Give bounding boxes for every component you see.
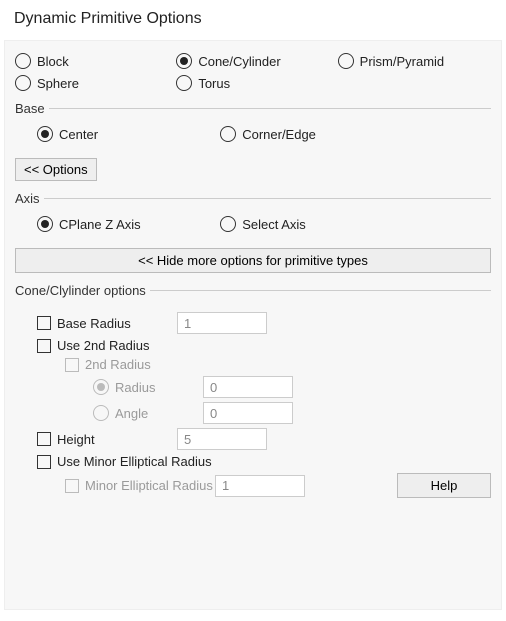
minor-elliptical-row: Minor Elliptical Radius Help bbox=[15, 473, 491, 498]
check-indicator bbox=[65, 479, 79, 493]
radio-label: Corner/Edge bbox=[242, 127, 316, 142]
height-input[interactable] bbox=[177, 428, 267, 450]
radius-row: Radius bbox=[15, 376, 491, 398]
radio-indicator bbox=[93, 379, 109, 395]
radio-indicator bbox=[15, 75, 31, 91]
options-toggle-button[interactable]: << Options bbox=[15, 158, 97, 181]
check-label: Use 2nd Radius bbox=[57, 338, 150, 353]
axis-legend: Axis bbox=[15, 191, 44, 206]
height-row: Height bbox=[15, 428, 491, 450]
hide-more-options-button[interactable]: << Hide more options for primitive types bbox=[15, 248, 491, 273]
dialog-title: Dynamic Primitive Options bbox=[0, 0, 506, 40]
radio-label: Select Axis bbox=[242, 217, 306, 232]
radio-2nd-by-radius: Radius bbox=[93, 379, 193, 395]
radio-indicator bbox=[93, 405, 109, 421]
check-indicator bbox=[37, 339, 51, 353]
help-button[interactable]: Help bbox=[397, 473, 491, 498]
minor-elliptical-input bbox=[215, 475, 305, 497]
check-label: 2nd Radius bbox=[85, 357, 151, 372]
shape-row-1: Block Cone/Cylinder Prism/Pyramid bbox=[15, 53, 491, 69]
check-indicator bbox=[37, 432, 51, 446]
use-minor-row: Use Minor Elliptical Radius bbox=[15, 454, 491, 469]
radio-cone-cylinder[interactable]: Cone/Cylinder bbox=[176, 53, 329, 69]
radio-axis-select[interactable]: Select Axis bbox=[220, 216, 395, 232]
radius-input bbox=[203, 376, 293, 398]
second-radius-row: 2nd Radius bbox=[15, 357, 491, 372]
radio-2nd-by-angle: Angle bbox=[93, 405, 193, 421]
cone-options-fieldset: Cone/Clylinder options Base Radius Use 2… bbox=[15, 283, 491, 502]
base-radius-row: Base Radius bbox=[15, 312, 491, 334]
angle-input bbox=[203, 402, 293, 424]
radio-label: Cone/Cylinder bbox=[198, 54, 280, 69]
check-indicator bbox=[37, 316, 51, 330]
radio-indicator bbox=[37, 216, 53, 232]
check-minor-elliptical: Minor Elliptical Radius bbox=[65, 478, 215, 493]
axis-fieldset: Axis CPlane Z Axis Select Axis bbox=[15, 191, 491, 242]
check-label: Minor Elliptical Radius bbox=[85, 478, 213, 493]
radio-base-corner[interactable]: Corner/Edge bbox=[220, 126, 395, 142]
radio-label: Torus bbox=[198, 76, 230, 91]
radio-torus[interactable]: Torus bbox=[176, 75, 329, 91]
radio-indicator bbox=[176, 75, 192, 91]
radio-label: Sphere bbox=[37, 76, 79, 91]
check-indicator bbox=[37, 455, 51, 469]
check-base-radius[interactable]: Base Radius bbox=[37, 316, 167, 331]
radio-label: Block bbox=[37, 54, 69, 69]
shape-row-2: Sphere Torus bbox=[15, 75, 491, 91]
radio-label: Angle bbox=[115, 406, 148, 421]
radio-label: Center bbox=[59, 127, 98, 142]
check-2nd-radius: 2nd Radius bbox=[65, 357, 151, 372]
check-indicator bbox=[65, 358, 79, 372]
base-radius-input[interactable] bbox=[177, 312, 267, 334]
radio-label: Radius bbox=[115, 380, 155, 395]
base-fieldset: Base Center Corner/Edge bbox=[15, 101, 491, 152]
check-height[interactable]: Height bbox=[37, 432, 167, 447]
radio-sphere[interactable]: Sphere bbox=[15, 75, 168, 91]
radio-indicator bbox=[220, 216, 236, 232]
radio-indicator bbox=[37, 126, 53, 142]
check-use-2nd-radius[interactable]: Use 2nd Radius bbox=[37, 338, 150, 353]
cone-options-legend: Cone/Clylinder options bbox=[15, 283, 150, 298]
use-2nd-radius-row: Use 2nd Radius bbox=[15, 338, 491, 353]
check-label: Height bbox=[57, 432, 95, 447]
radio-prism-pyramid[interactable]: Prism/Pyramid bbox=[338, 53, 491, 69]
radio-base-center[interactable]: Center bbox=[37, 126, 212, 142]
radio-indicator bbox=[338, 53, 354, 69]
radio-label: Prism/Pyramid bbox=[360, 54, 445, 69]
check-use-minor-elliptical[interactable]: Use Minor Elliptical Radius bbox=[37, 454, 212, 469]
radio-indicator bbox=[15, 53, 31, 69]
base-legend: Base bbox=[15, 101, 49, 116]
angle-row: Angle bbox=[15, 402, 491, 424]
radio-block[interactable]: Block bbox=[15, 53, 168, 69]
radio-indicator bbox=[220, 126, 236, 142]
radio-label: CPlane Z Axis bbox=[59, 217, 141, 232]
check-label: Base Radius bbox=[57, 316, 131, 331]
check-label: Use Minor Elliptical Radius bbox=[57, 454, 212, 469]
radio-indicator bbox=[176, 53, 192, 69]
radio-axis-cplane[interactable]: CPlane Z Axis bbox=[37, 216, 212, 232]
main-panel: Block Cone/Cylinder Prism/Pyramid Sphere… bbox=[4, 40, 502, 610]
